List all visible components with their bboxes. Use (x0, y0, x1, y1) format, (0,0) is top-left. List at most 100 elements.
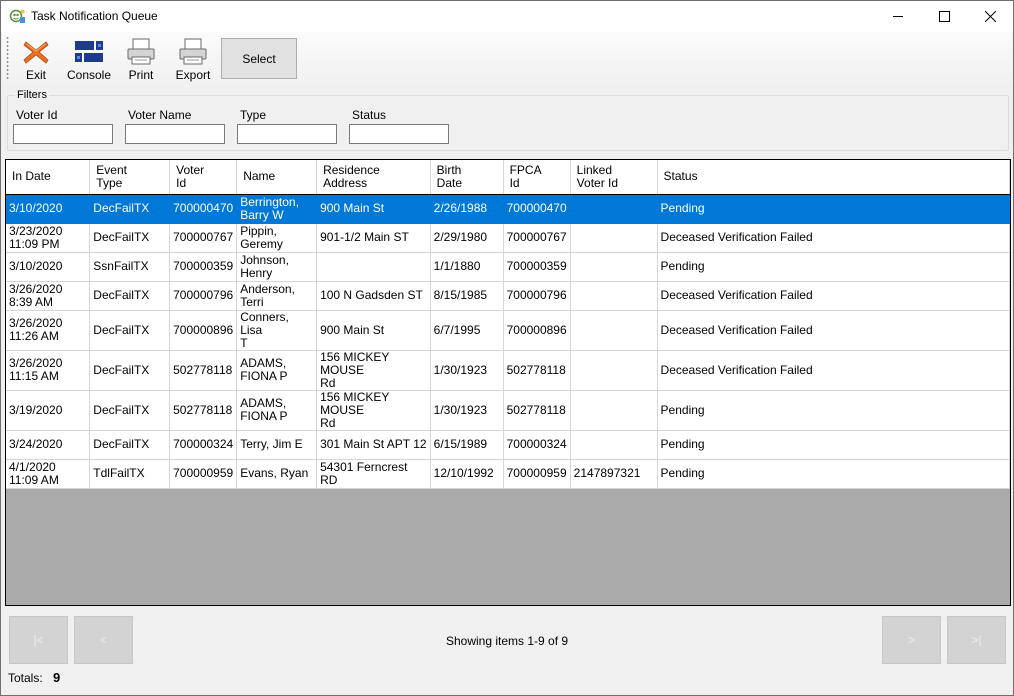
first-page-button[interactable]: |< (9, 616, 68, 664)
residence-address-cell[interactable]: 156 MICKEY MOUSE Rd (316, 390, 431, 431)
residence-address-cell[interactable]: 301 Main St APT 12 (316, 430, 431, 460)
event-type-cell[interactable]: DecFailTX (89, 281, 171, 311)
linked-voter-id-cell[interactable] (570, 430, 658, 460)
event-type-cell[interactable]: TdlFailTX (89, 459, 171, 489)
name-cell[interactable]: ADAMS, FIONA P (236, 350, 318, 391)
fpca-id-cell[interactable]: 700000359 (503, 252, 571, 282)
residence-address-cell[interactable] (316, 252, 431, 282)
in-date-cell[interactable]: 3/26/2020 8:39 AM (6, 281, 91, 311)
table-row[interactable]: 3/26/2020 8:39 AM DecFailTX 700000796 Anders… (6, 281, 1010, 311)
name-cell[interactable]: Johnson, Henry (236, 252, 318, 282)
voter-id-cell[interactable]: 700000470 (169, 194, 238, 224)
fpca-id-cell[interactable]: 700000959 (503, 459, 571, 489)
birth-date-cell[interactable]: 1/30/1923 (430, 390, 504, 431)
linked-voter-id-cell[interactable]: 2147897321 (570, 459, 658, 489)
close-button[interactable] (967, 1, 1013, 32)
birth-date-cell[interactable]: 8/15/1985 (430, 281, 504, 311)
event-type-cell[interactable]: DecFailTX (89, 223, 171, 253)
event-type-cell[interactable]: SsnFailTX (89, 252, 171, 282)
print-button[interactable]: Print (121, 34, 161, 82)
linked-voter-id-cell[interactable] (570, 223, 658, 253)
voter-id-cell[interactable]: 502778118 (169, 390, 238, 431)
event-type-cell[interactable]: DecFailTX (89, 194, 171, 224)
status-cell[interactable]: Deceased Verification Failed (657, 223, 1010, 253)
birth-date-cell[interactable]: 6/7/1995 (430, 310, 504, 351)
name-cell[interactable]: Pippin, Geremy (236, 223, 318, 253)
fpca-id-cell[interactable]: 700000324 (503, 430, 571, 460)
table-row[interactable]: 3/10/2020 DecFailTX 700000470 Berrington, Ba… (6, 194, 1010, 224)
residence-address-cell[interactable]: 100 N Gadsden ST (316, 281, 431, 311)
table-row[interactable]: 3/10/2020 SsnFailTX 700000359 Johnson, Henry… (6, 252, 1010, 282)
birth-date-cell[interactable]: 2/26/1988 (430, 194, 504, 224)
residence-address-cell[interactable]: 900 Main St (316, 194, 431, 224)
column-header[interactable]: Status (657, 160, 1010, 195)
exit-button[interactable]: Exit (16, 34, 56, 82)
name-cell[interactable]: Conners, Lisa T (236, 310, 318, 351)
next-page-button[interactable]: > (882, 616, 941, 664)
status-cell[interactable]: Deceased Verification Failed (657, 310, 1010, 351)
fpca-id-cell[interactable]: 700000470 (503, 194, 571, 224)
status-cell[interactable]: Pending (657, 390, 1010, 431)
table-row[interactable]: 3/24/2020 DecFailTX 700000324 Terry, Jim E 3… (6, 430, 1010, 460)
voter-id-cell[interactable]: 700000896 (169, 310, 238, 351)
linked-voter-id-cell[interactable] (570, 310, 658, 351)
linked-voter-id-cell[interactable] (570, 350, 658, 391)
status-cell[interactable]: Deceased Verification Failed (657, 350, 1010, 391)
previous-page-button[interactable]: < (74, 616, 133, 664)
voter-name-filter-input[interactable] (125, 124, 225, 144)
in-date-cell[interactable]: 3/26/2020 11:26 AM (6, 310, 91, 351)
column-header[interactable]: In Date (6, 160, 91, 195)
event-type-cell[interactable]: DecFailTX (89, 430, 171, 460)
birth-date-cell[interactable]: 12/10/1992 (430, 459, 504, 489)
status-cell[interactable]: Pending (657, 430, 1010, 460)
fpca-id-cell[interactable]: 700000796 (503, 281, 571, 311)
in-date-cell[interactable]: 3/23/2020 11:09 PM (6, 223, 91, 253)
column-header[interactable]: Birth Date (430, 160, 504, 195)
column-header[interactable]: Linked Voter Id (570, 160, 658, 195)
column-header[interactable]: FPCA Id (503, 160, 571, 195)
linked-voter-id-cell[interactable] (570, 252, 658, 282)
maximize-button[interactable] (921, 1, 967, 32)
status-cell[interactable]: Pending (657, 252, 1010, 282)
residence-address-cell[interactable]: 54301 Ferncrest RD (316, 459, 431, 489)
column-header[interactable]: Event Type (89, 160, 171, 195)
in-date-cell[interactable]: 3/19/2020 (6, 390, 91, 431)
toolbar-grip[interactable] (6, 36, 9, 80)
birth-date-cell[interactable]: 6/15/1989 (430, 430, 504, 460)
table-row[interactable]: 3/26/2020 11:26 AM DecFailTX 700000896 Conne… (6, 310, 1010, 351)
select-button[interactable]: Select (221, 38, 297, 79)
birth-date-cell[interactable]: 2/29/1980 (430, 223, 504, 253)
linked-voter-id-cell[interactable] (570, 281, 658, 311)
status-cell[interactable]: Pending (657, 194, 1010, 224)
fpca-id-cell[interactable]: 700000767 (503, 223, 571, 253)
minimize-button[interactable] (875, 1, 921, 32)
table-row[interactable]: 3/19/2020 DecFailTX 502778118 ADAMS, FIONA P… (6, 390, 1010, 431)
column-header[interactable]: Voter Id (169, 160, 238, 195)
name-cell[interactable]: Berrington, Barry W (236, 194, 318, 224)
name-cell[interactable]: Evans, Ryan (236, 459, 318, 489)
type-filter-input[interactable] (237, 124, 337, 144)
in-date-cell[interactable]: 4/1/2020 11:09 AM (6, 459, 91, 489)
in-date-cell[interactable]: 3/26/2020 11:15 AM (6, 350, 91, 391)
in-date-cell[interactable]: 3/10/2020 (6, 194, 91, 224)
voter-id-filter-input[interactable] (13, 124, 113, 144)
fpca-id-cell[interactable]: 700000896 (503, 310, 571, 351)
notification-grid[interactable]: In Date Event Type Voter Id Name Residence Addr… (5, 159, 1011, 606)
event-type-cell[interactable]: DecFailTX (89, 310, 171, 351)
console-button[interactable]: Console (62, 34, 116, 82)
table-row[interactable]: 3/23/2020 11:09 PM DecFailTX 700000767 Pippi… (6, 223, 1010, 253)
voter-id-cell[interactable]: 502778118 (169, 350, 238, 391)
event-type-cell[interactable]: DecFailTX (89, 350, 171, 391)
table-row[interactable]: 3/26/2020 11:15 AM DecFailTX 502778118 ADAMS… (6, 350, 1010, 391)
in-date-cell[interactable]: 3/24/2020 (6, 430, 91, 460)
linked-voter-id-cell[interactable] (570, 194, 658, 224)
export-button[interactable]: Export (168, 34, 218, 82)
last-page-button[interactable]: >| (947, 616, 1006, 664)
event-type-cell[interactable]: DecFailTX (89, 390, 171, 431)
status-cell[interactable]: Pending (657, 459, 1010, 489)
residence-address-cell[interactable]: 900 Main St (316, 310, 431, 351)
voter-id-cell[interactable]: 700000796 (169, 281, 238, 311)
status-filter-input[interactable] (349, 124, 449, 144)
table-row[interactable]: 4/1/2020 11:09 AM TdlFailTX 700000959 Evans,… (6, 459, 1010, 489)
column-header[interactable]: Residence Address (316, 160, 431, 195)
